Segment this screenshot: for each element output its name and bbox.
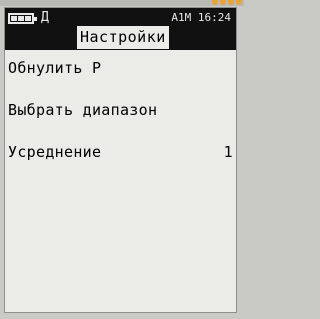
menu-item-reset-p[interactable]: Обнулить Р bbox=[8, 56, 233, 80]
lcd-screen: Д A1M 16:24 Настройки Обнулить Р Выбрать… bbox=[4, 7, 237, 313]
indicator-light bbox=[236, 0, 242, 5]
indicator-light bbox=[212, 0, 218, 5]
device-top-bezel bbox=[0, 0, 244, 6]
indicator-lights bbox=[212, 0, 242, 5]
menu-item-label: Усреднение bbox=[8, 143, 102, 161]
indicator-light bbox=[220, 0, 226, 5]
battery-icon bbox=[8, 13, 37, 24]
device-frame: Д A1M 16:24 Настройки Обнулить Р Выбрать… bbox=[0, 0, 244, 319]
menu-item-label: Обнулить Р bbox=[8, 59, 102, 77]
menu-item-select-range[interactable]: Выбрать диапазон bbox=[8, 98, 233, 122]
menu-item-label: Выбрать диапазон bbox=[8, 101, 158, 119]
mode-indicator: Д bbox=[41, 10, 49, 25]
status-time: A1M 16:24 bbox=[171, 11, 231, 24]
menu-item-averaging[interactable]: Усреднение 1 bbox=[8, 140, 233, 164]
indicator-light bbox=[228, 0, 234, 5]
page-title: Настройки bbox=[75, 26, 171, 49]
menu-item-value: 1 bbox=[223, 143, 233, 161]
status-bar: Д A1M 16:24 bbox=[5, 8, 236, 28]
